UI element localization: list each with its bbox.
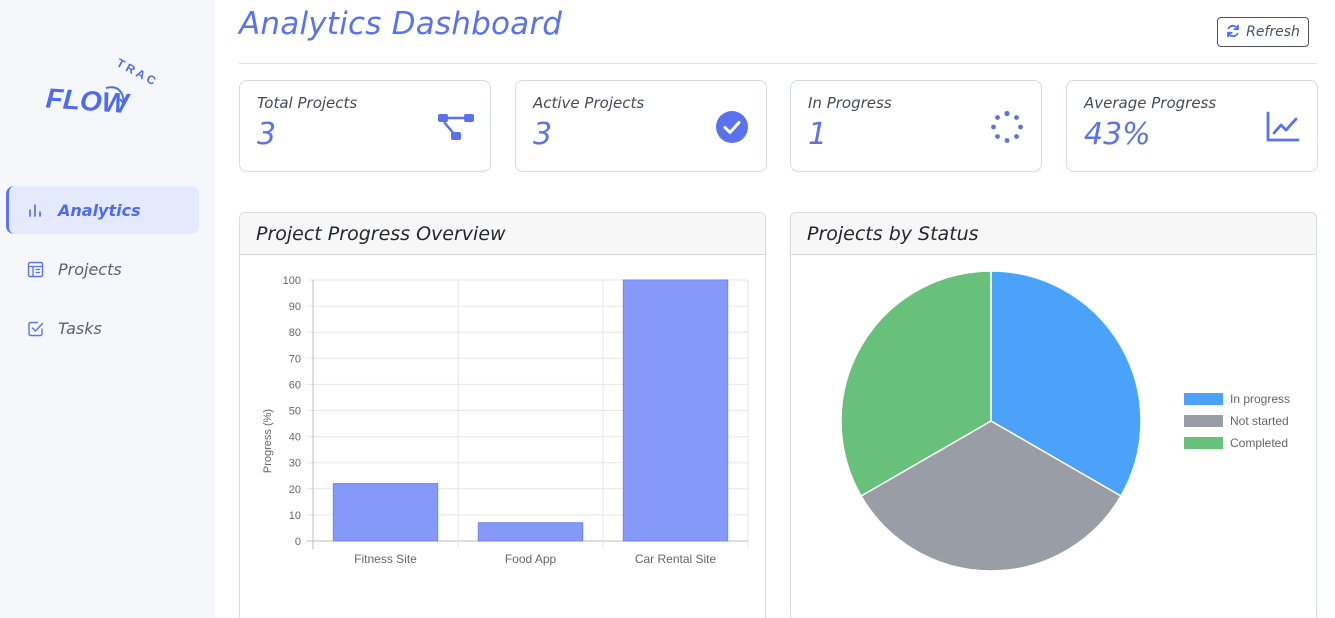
legend-label: Completed <box>1230 436 1288 450</box>
bar-chart-x-labels: Fitness Site Food App Car Rental Site <box>354 552 716 566</box>
sidebar-item-projects[interactable]: Projects <box>6 245 199 293</box>
legend-swatch <box>1184 437 1223 449</box>
header-divider <box>239 63 1317 64</box>
legend-label: In progress <box>1230 392 1290 406</box>
sidebar-item-label: Analytics <box>58 200 141 220</box>
app-root: FLOW TRACK Analytics Projects Tasks Anal… <box>0 0 1335 618</box>
bar <box>332 483 439 542</box>
legend-swatch <box>1184 393 1223 405</box>
flowtrack-logo[interactable]: FLOW TRACK <box>44 58 156 128</box>
bar-chart-y-ticks: 0 10 20 30 40 50 60 70 80 90 100 <box>283 275 301 548</box>
y-tick-label: 80 <box>289 327 301 339</box>
x-tick-label: Fitness Site <box>354 552 417 566</box>
refresh-button[interactable]: Refresh <box>1217 17 1309 47</box>
x-tick-label: Food App <box>505 552 557 566</box>
stat-value: 43% <box>1084 117 1151 152</box>
check-circle-icon <box>714 109 750 145</box>
pie-legend: In progress Not started Completed <box>1184 392 1290 450</box>
logo-word-flow: FLOW <box>45 82 132 119</box>
legend-swatch <box>1184 415 1223 427</box>
checkbox-icon <box>26 319 44 337</box>
y-tick-label: 60 <box>289 379 301 391</box>
stat-value: 3 <box>257 117 277 152</box>
y-tick-label: 0 <box>295 536 301 548</box>
sidebar-item-label: Projects <box>58 259 122 279</box>
stat-value: 3 <box>533 117 553 152</box>
stat-label: In Progress <box>808 94 892 112</box>
bar <box>477 522 584 542</box>
sidebar-item-label: Tasks <box>58 318 102 338</box>
panel-project-progress: Project Progress Overview 0 10 20 30 40 50 60 7… <box>239 212 766 618</box>
bar <box>622 279 729 542</box>
y-tick-label: 50 <box>289 406 301 418</box>
panel-title: Project Progress Overview <box>256 222 506 245</box>
y-tick-label: 40 <box>289 432 301 444</box>
x-tick-label: Car Rental Site <box>635 552 717 566</box>
stat-card-average-progress: Average Progress 43% <box>1066 80 1318 172</box>
sidebar: FLOW TRACK Analytics Projects Tasks <box>0 0 215 618</box>
status-pie-chart: In progress Not started Completed <box>840 270 1290 572</box>
y-tick-label: 100 <box>283 275 301 287</box>
y-tick-label: 90 <box>289 301 301 313</box>
y-tick-label: 20 <box>289 484 301 496</box>
stat-label: Active Projects <box>533 94 645 112</box>
stat-card-total-projects: Total Projects 3 <box>239 80 491 172</box>
y-tick-label: 10 <box>289 510 301 522</box>
stat-card-in-progress: In Progress 1 <box>790 80 1042 172</box>
stat-label: Total Projects <box>257 94 358 112</box>
y-tick-label: 30 <box>289 458 301 470</box>
pie-slices <box>840 270 1142 572</box>
y-tick-label: 70 <box>289 353 301 365</box>
panel-header: Project Progress Overview <box>240 213 765 255</box>
sidebar-item-analytics[interactable]: Analytics <box>6 186 199 234</box>
refresh-icon <box>1226 23 1240 42</box>
panel-projects-by-status: Projects by Status In progress Not starte… <box>790 212 1317 618</box>
y-axis-label: Progress (%) <box>262 409 274 473</box>
spinner-icon <box>989 109 1025 145</box>
panel-title: Projects by Status <box>807 222 979 245</box>
table-icon <box>26 260 44 278</box>
refresh-label: Refresh <box>1246 24 1300 40</box>
stat-label: Average Progress <box>1084 94 1217 112</box>
hierarchy-icon <box>438 109 474 145</box>
stat-value: 1 <box>808 117 828 152</box>
progress-bar-chart: 0 10 20 30 40 50 60 70 80 90 100 Fitness Site Food … <box>262 275 749 566</box>
bar-chart-icon <box>26 201 44 219</box>
stat-card-active-projects: Active Projects 3 <box>515 80 767 172</box>
sidebar-item-tasks[interactable]: Tasks <box>6 304 199 352</box>
page-title: Analytics Dashboard <box>239 6 563 42</box>
line-chart-icon <box>1265 109 1301 145</box>
panel-header: Projects by Status <box>791 213 1316 255</box>
legend-label: Not started <box>1230 414 1289 428</box>
